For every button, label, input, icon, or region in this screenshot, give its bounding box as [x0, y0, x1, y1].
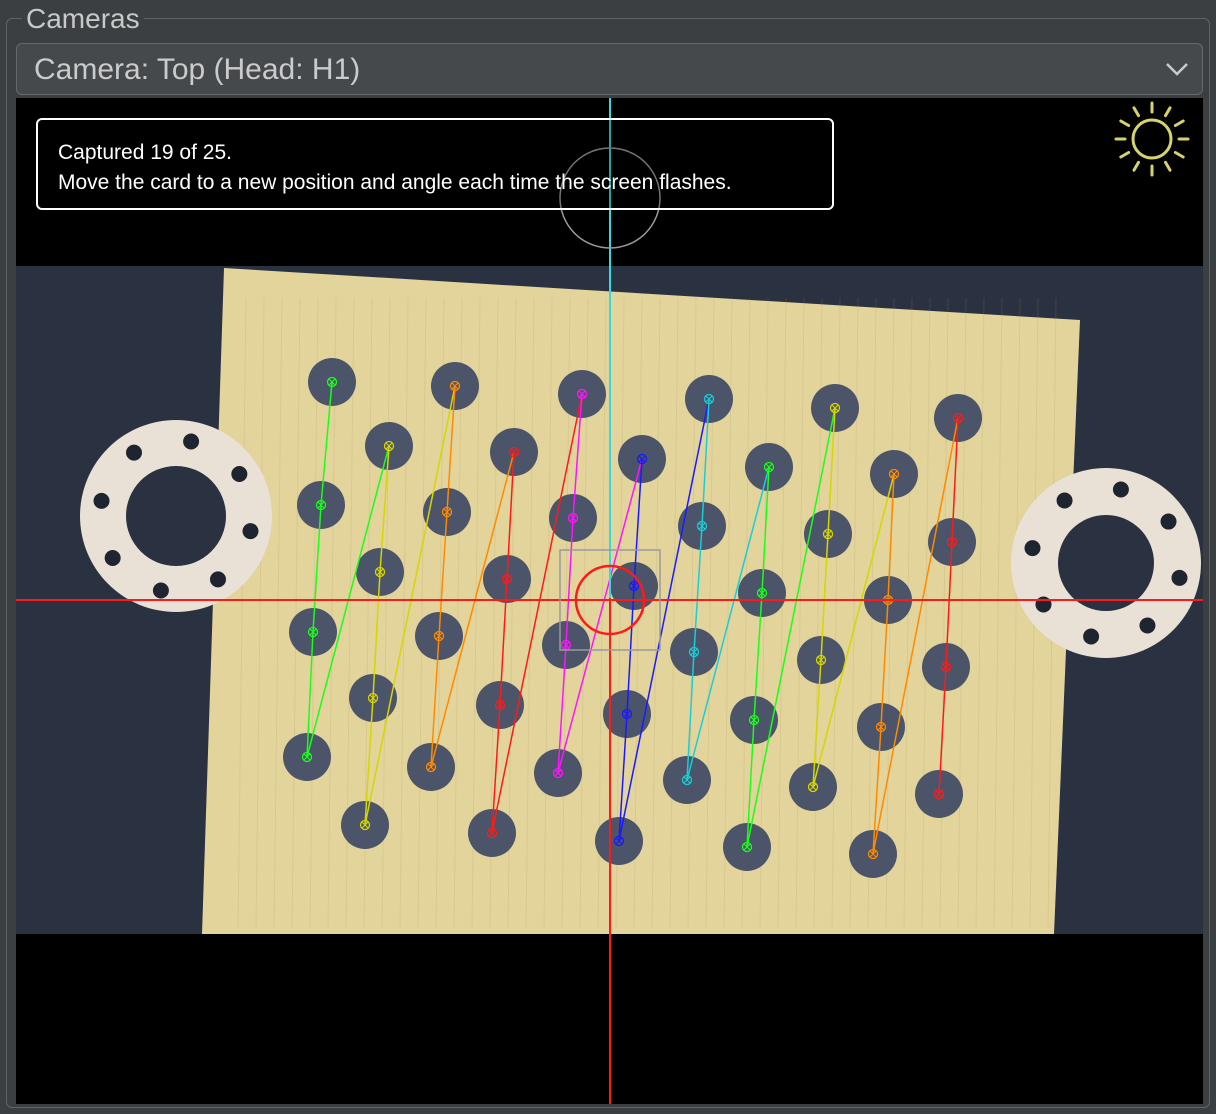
- chevron-down-icon[interactable]: [1162, 56, 1192, 82]
- camera-feed: [16, 98, 1203, 1104]
- washer-bolt-hole: [1171, 569, 1188, 586]
- status-line-2: Move the card to a new position and angl…: [58, 171, 732, 194]
- status-message: Captured 19 of 25. Move the card to a ne…: [36, 118, 834, 210]
- washer-bolt-hole: [1139, 617, 1156, 634]
- washer-bolt-hole: [1083, 628, 1100, 645]
- washer-bolt-hole: [104, 549, 121, 566]
- washer-right: [1011, 468, 1201, 658]
- washer-bolt-hole: [152, 582, 169, 599]
- washer-bolt-hole: [1160, 513, 1177, 530]
- washer-bolt-hole: [1056, 492, 1073, 509]
- panel-title: Cameras: [22, 2, 144, 36]
- camera-select[interactable]: Camera: Top (Head: H1): [16, 43, 1203, 95]
- status-line-1: Captured 19 of 25.: [58, 141, 232, 164]
- washer-bolt-hole: [183, 433, 200, 450]
- camera-view[interactable]: Captured 19 of 25. Move the card to a ne…: [16, 98, 1203, 1104]
- camera-select-label: Camera: Top (Head: H1): [34, 53, 361, 86]
- washer-bolt-hole: [242, 523, 259, 540]
- washer-left: [80, 420, 272, 612]
- washer-bolt-hole: [1112, 481, 1129, 498]
- washer-bolt-hole: [1024, 540, 1041, 557]
- washer-bolt-hole: [126, 444, 143, 461]
- washer-bolt-hole: [231, 466, 248, 483]
- sun-icon[interactable]: [1111, 98, 1193, 180]
- washer-bolt-hole: [93, 492, 110, 509]
- washer-bolt-hole: [209, 571, 226, 588]
- washer-bolt-hole: [1035, 596, 1052, 613]
